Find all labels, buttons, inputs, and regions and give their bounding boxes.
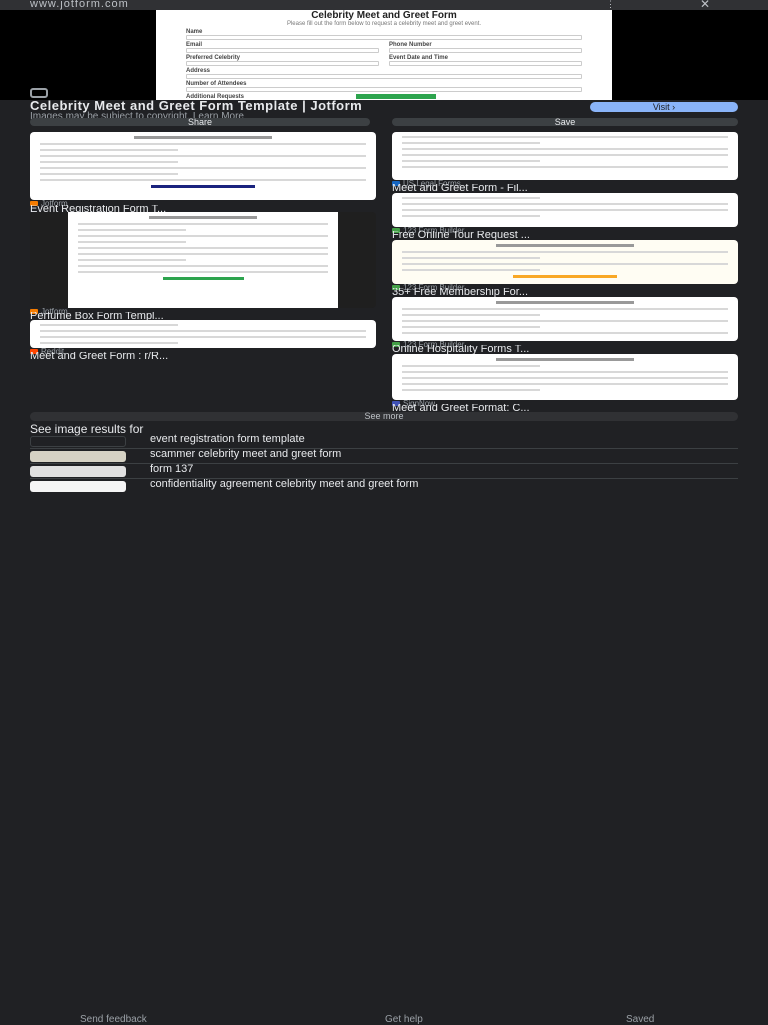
related-item-label: scammer celebrity meet and greet form <box>150 448 342 460</box>
preview-form-title: Celebrity Meet and Greet Form <box>311 10 457 21</box>
share-label: Share <box>187 117 213 127</box>
result-thumbnail[interactable] <box>30 320 376 348</box>
related-thumbnail <box>30 466 126 477</box>
related-item[interactable]: form 137 <box>30 463 738 479</box>
image-preview[interactable]: Celebrity Meet and Greet Form Please fil… <box>0 10 768 100</box>
result-thumbnail[interactable] <box>392 193 738 227</box>
see-more-label: See more <box>364 411 404 421</box>
result-thumbnail[interactable] <box>392 132 738 180</box>
result-caption[interactable]: Online Hospitality Forms T... <box>392 345 738 354</box>
related-item[interactable]: confidentiality agreement celebrity meet… <box>30 478 738 496</box>
related-thumbnail <box>30 451 126 462</box>
send-feedback-link[interactable]: Send feedback <box>80 1014 147 1025</box>
get-help-link[interactable]: Get help <box>385 1014 423 1025</box>
result-caption[interactable]: Meet and Greet Form : r/R... <box>30 352 376 361</box>
result-thumbnail[interactable] <box>30 212 376 308</box>
result-thumbnail[interactable] <box>392 297 738 341</box>
result-caption[interactable]: Meet and Greet Form - Fil... <box>392 184 738 193</box>
lens-icon[interactable] <box>30 88 48 98</box>
related-item[interactable]: event registration form template <box>30 433 738 449</box>
related-item-label: event registration form template <box>150 433 305 445</box>
result-thumbnail[interactable] <box>392 354 738 400</box>
preview-image[interactable]: Celebrity Meet and Greet Form Please fil… <box>156 10 612 100</box>
source-domain[interactable]: www.jotform.com <box>30 0 129 10</box>
visit-button[interactable]: Visit › <box>590 102 738 112</box>
related-item-label: confidentiality agreement celebrity meet… <box>150 478 419 490</box>
save-label: Save <box>554 117 576 127</box>
saved-link[interactable]: Saved <box>626 1014 654 1025</box>
share-button[interactable]: Share <box>30 117 370 127</box>
related-thumbnail <box>30 436 126 447</box>
top-bar: www.jotform.com ⋮ ✕ <box>0 0 768 11</box>
result-thumbnail[interactable] <box>30 132 376 200</box>
related-thumbnail <box>30 481 126 492</box>
result-caption[interactable]: Free Online Tour Request ... <box>392 231 738 240</box>
save-button[interactable]: Save <box>392 117 738 127</box>
preview-submit-bar <box>356 94 436 99</box>
more-icon[interactable]: ⋮ <box>606 0 615 10</box>
result-caption[interactable]: 35+ Free Membership For... <box>392 288 738 297</box>
footer: Send feedback Get help Saved <box>0 1014 768 1025</box>
related-heading: See image results for <box>30 422 144 436</box>
result-thumbnail[interactable] <box>392 240 738 284</box>
related-item[interactable]: scammer celebrity meet and greet form <box>30 448 738 464</box>
see-more-button[interactable]: See more <box>30 412 738 421</box>
related-item-label: form 137 <box>150 463 194 475</box>
